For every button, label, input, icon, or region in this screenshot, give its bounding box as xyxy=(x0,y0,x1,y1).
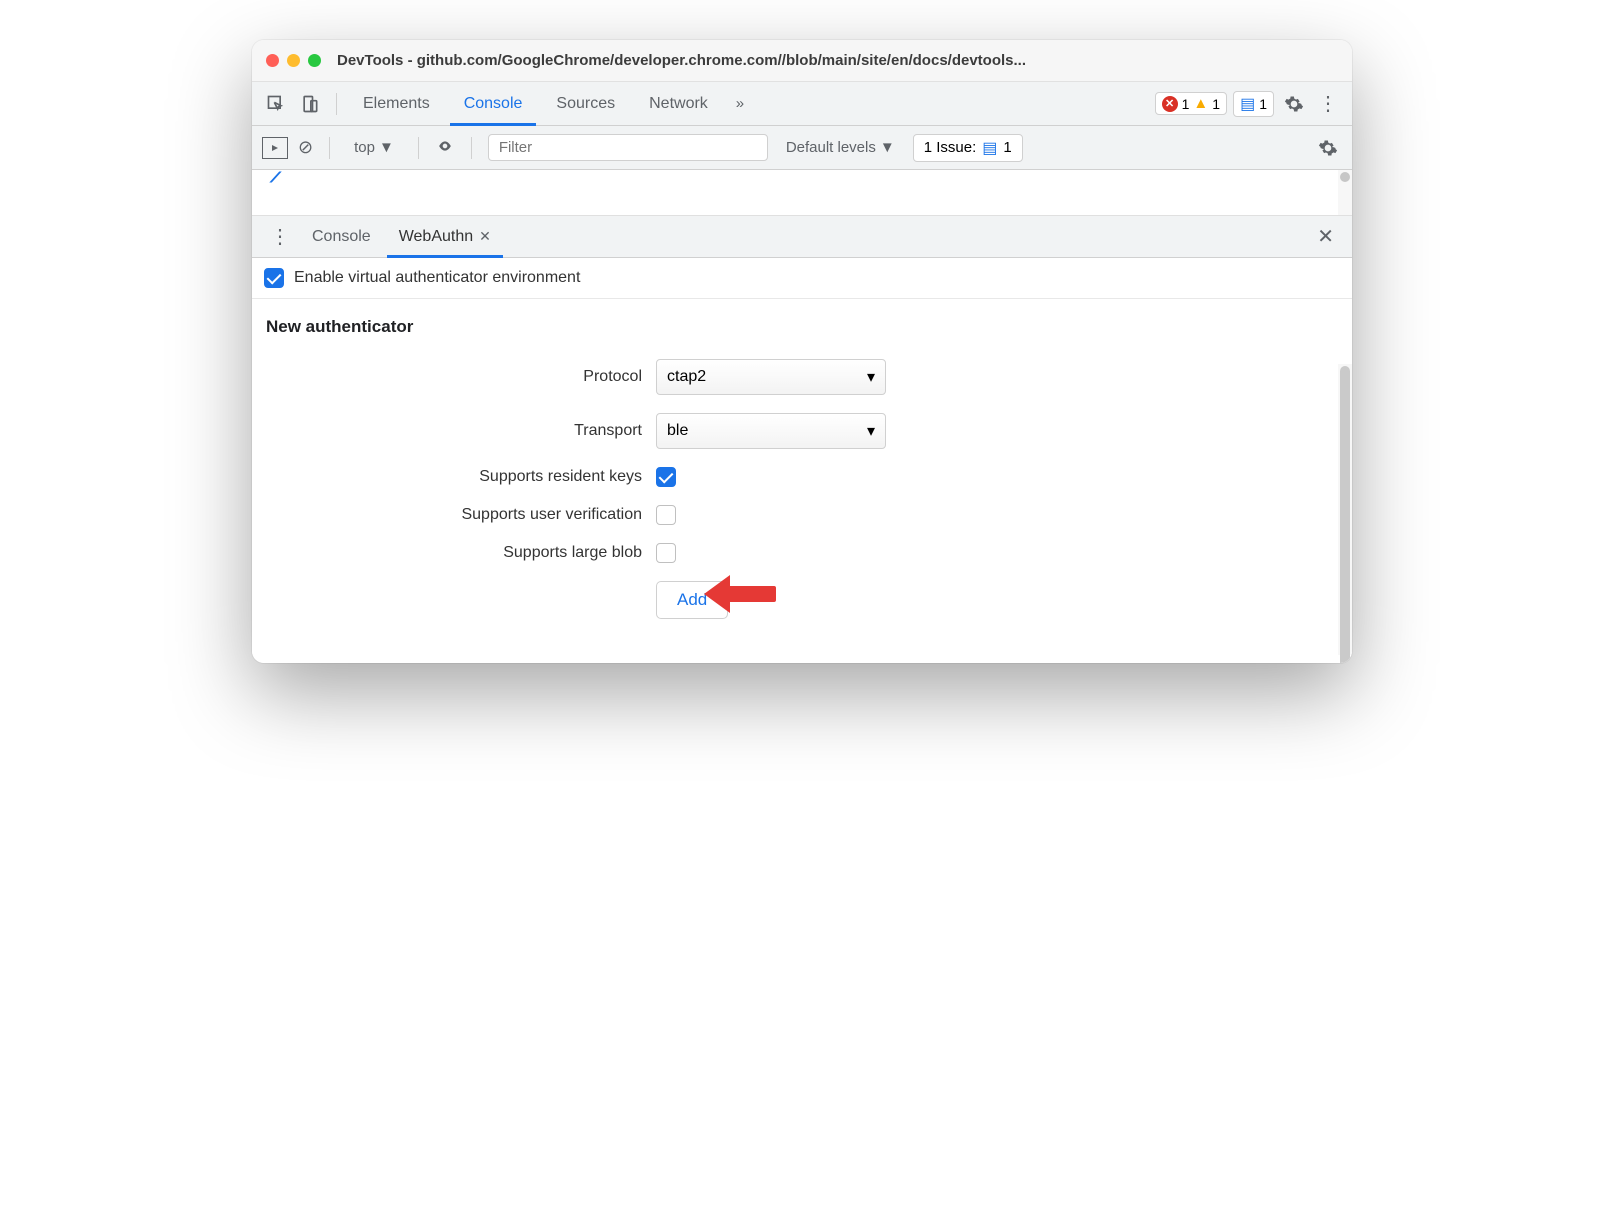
user-verification-label: Supports user verification xyxy=(266,506,656,524)
user-verification-checkbox[interactable] xyxy=(656,505,676,525)
divider xyxy=(329,137,330,159)
error-warning-badges[interactable]: ✕ 1 ▲ 1 xyxy=(1155,92,1227,115)
drawer-tab-console[interactable]: Console xyxy=(300,216,383,257)
protocol-label: Protocol xyxy=(266,368,656,386)
tab-sources[interactable]: Sources xyxy=(542,82,629,125)
form-heading: New authenticator xyxy=(266,317,1338,337)
console-settings-icon[interactable] xyxy=(1314,134,1342,162)
protocol-select[interactable]: ctap2 ▾ xyxy=(656,359,886,395)
dropdown-icon: ▼ xyxy=(379,139,394,156)
close-window-button[interactable] xyxy=(266,54,279,67)
scrollbar[interactable] xyxy=(1338,170,1352,215)
enable-virtual-auth-checkbox[interactable] xyxy=(264,268,284,288)
console-prompt-icon: / xyxy=(268,170,284,185)
tab-network[interactable]: Network xyxy=(635,82,722,125)
titlebar: DevTools - github.com/GoogleChrome/devel… xyxy=(252,40,1352,82)
divider xyxy=(336,93,337,115)
large-blob-checkbox[interactable] xyxy=(656,543,676,563)
annotation-arrow-icon xyxy=(704,569,776,624)
protocol-value: ctap2 xyxy=(667,368,706,386)
issues-count: 1 xyxy=(1003,139,1011,156)
maximize-window-button[interactable] xyxy=(308,54,321,67)
large-blob-label: Supports large blob xyxy=(266,544,656,562)
error-count: 1 xyxy=(1182,96,1190,112)
levels-label: Default levels xyxy=(786,139,876,156)
resident-keys-row: Supports resident keys xyxy=(266,467,1338,487)
issue-icon: ▤ xyxy=(982,138,997,158)
resident-keys-label: Supports resident keys xyxy=(266,468,656,486)
drawer-tabs: ⋮ Console WebAuthn ✕ ✕ xyxy=(252,216,1352,258)
divider xyxy=(471,137,472,159)
tab-elements[interactable]: Elements xyxy=(349,82,444,125)
settings-icon[interactable] xyxy=(1280,90,1308,118)
minimize-window-button[interactable] xyxy=(287,54,300,67)
enable-virtual-auth-row: Enable virtual authenticator environment xyxy=(252,258,1352,299)
log-levels-selector[interactable]: Default levels ▼ xyxy=(778,137,903,158)
add-row: Add xyxy=(266,581,1338,619)
show-console-sidebar-icon[interactable] xyxy=(262,137,288,159)
more-tabs-icon[interactable]: » xyxy=(728,95,752,112)
transport-label: Transport xyxy=(266,422,656,440)
messages-badge[interactable]: ▤ 1 xyxy=(1233,91,1274,117)
drawer-tab-label: WebAuthn xyxy=(399,228,473,246)
message-icon: ▤ xyxy=(1240,94,1255,114)
console-toolbar: ⊘ top ▼ Default levels ▼ 1 Issue: ▤ 1 xyxy=(252,126,1352,170)
window-controls xyxy=(266,54,321,67)
context-label: top xyxy=(354,139,375,156)
window-title: DevTools - github.com/GoogleChrome/devel… xyxy=(337,52,1026,69)
transport-value: ble xyxy=(667,422,688,440)
drawer-tab-webauthn[interactable]: WebAuthn ✕ xyxy=(387,216,503,257)
enable-virtual-auth-label: Enable virtual authenticator environment xyxy=(294,269,580,287)
error-icon: ✕ xyxy=(1162,96,1178,112)
devtools-window: DevTools - github.com/GoogleChrome/devel… xyxy=(252,40,1352,663)
clear-console-icon[interactable]: ⊘ xyxy=(298,137,313,158)
issues-button[interactable]: 1 Issue: ▤ 1 xyxy=(913,134,1023,162)
user-verification-row: Supports user verification xyxy=(266,505,1338,525)
context-selector[interactable]: top ▼ xyxy=(346,137,402,158)
close-drawer-icon[interactable]: ✕ xyxy=(1309,224,1342,249)
tab-console[interactable]: Console xyxy=(450,82,537,125)
dropdown-icon: ▼ xyxy=(880,139,895,156)
close-tab-icon[interactable]: ✕ xyxy=(479,228,491,245)
message-count: 1 xyxy=(1259,96,1267,112)
divider xyxy=(418,137,419,159)
live-expression-icon[interactable] xyxy=(435,137,455,158)
filter-input[interactable] xyxy=(488,134,768,161)
console-content: / xyxy=(252,170,1352,216)
drawer-menu-icon[interactable]: ⋮ xyxy=(262,224,296,249)
resident-keys-checkbox[interactable] xyxy=(656,467,676,487)
issues-label: 1 Issue: xyxy=(924,139,977,156)
transport-select[interactable]: ble ▾ xyxy=(656,413,886,449)
more-menu-icon[interactable]: ⋮ xyxy=(1314,90,1342,118)
warning-count: 1 xyxy=(1212,96,1220,112)
transport-row: Transport ble ▾ xyxy=(266,413,1338,449)
protocol-row: Protocol ctap2 ▾ xyxy=(266,359,1338,395)
warning-icon: ▲ xyxy=(1193,95,1208,112)
scrollbar-thumb[interactable] xyxy=(1340,366,1350,663)
main-toolbar: Elements Console Sources Network » ✕ 1 ▲… xyxy=(252,82,1352,126)
new-authenticator-form: New authenticator Protocol ctap2 ▾ Trans… xyxy=(252,299,1352,663)
dropdown-icon: ▾ xyxy=(867,367,875,387)
large-blob-row: Supports large blob xyxy=(266,543,1338,563)
dropdown-icon: ▾ xyxy=(867,421,875,441)
inspect-element-icon[interactable] xyxy=(262,90,290,118)
device-toolbar-icon[interactable] xyxy=(296,90,324,118)
drawer-scrollbar[interactable] xyxy=(1338,364,1352,655)
